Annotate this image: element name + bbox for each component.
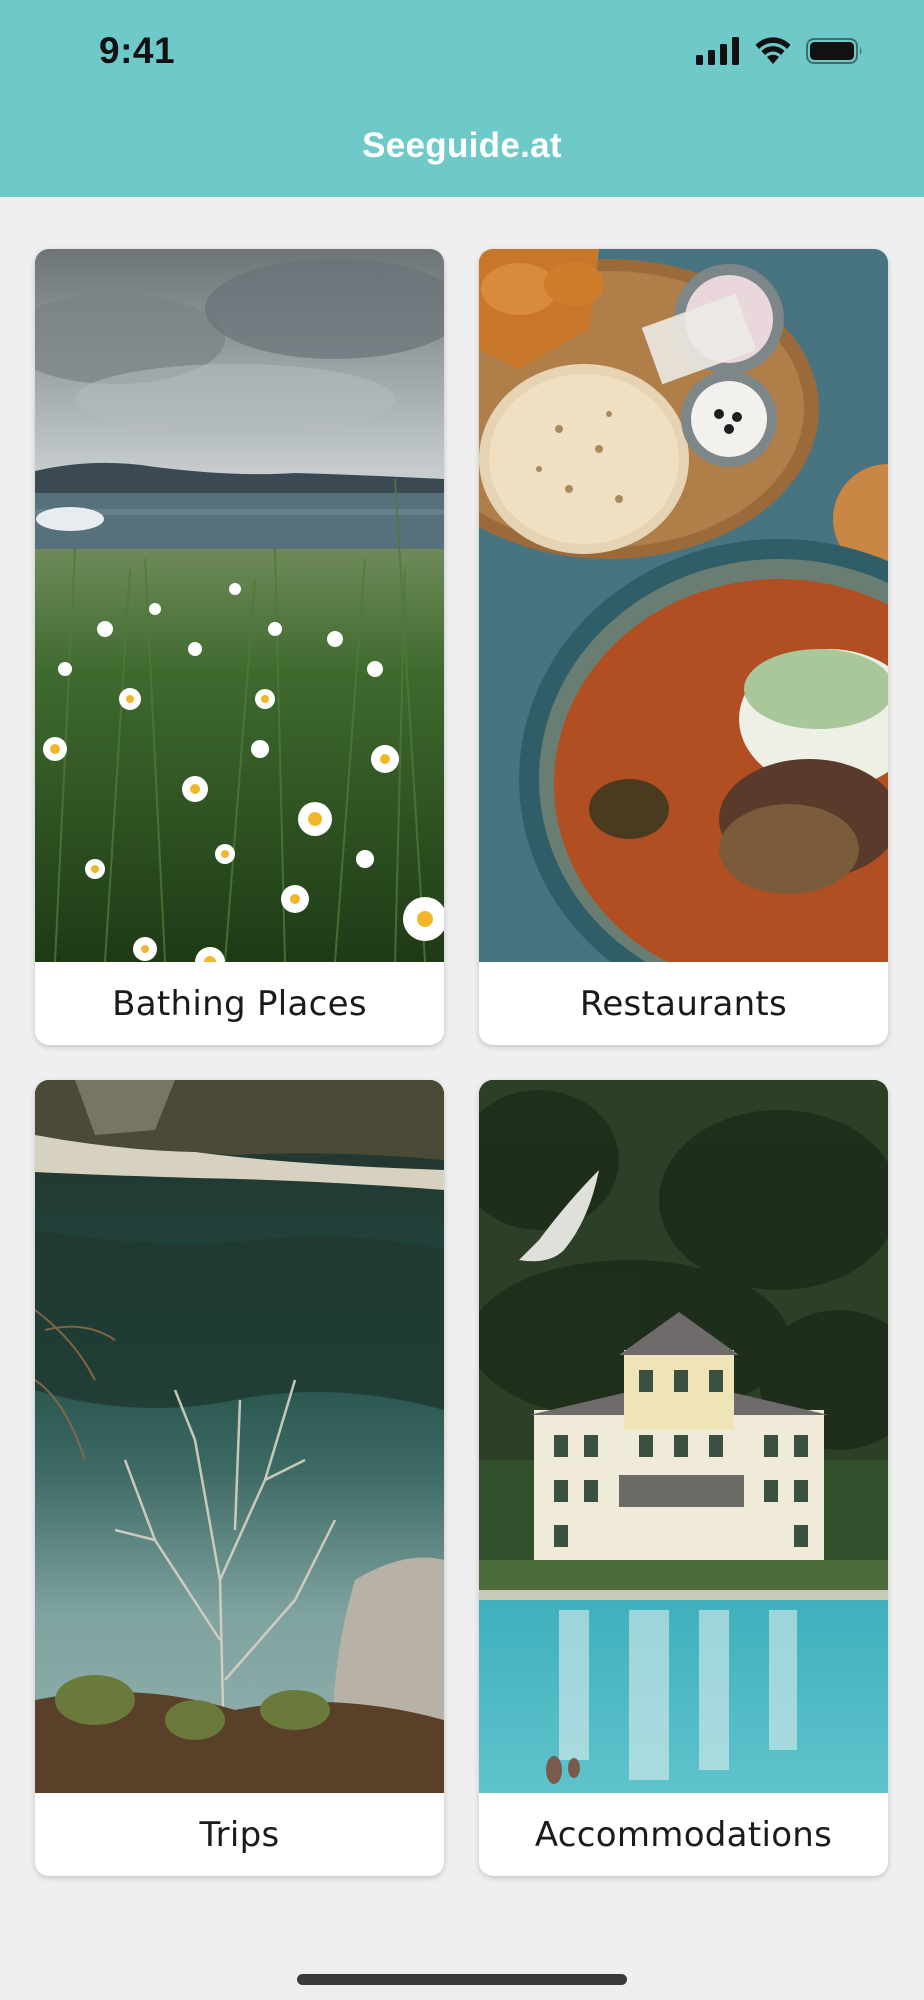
mountain-lake-reflection-photo [35, 1080, 444, 1793]
category-label: Trips [199, 1814, 280, 1855]
home-indicator[interactable] [297, 1974, 627, 1985]
category-card-restaurants[interactable]: Restaurants [479, 249, 888, 1045]
lake-meadow-daisies-photo [35, 249, 444, 962]
category-label: Accommodations [534, 1814, 833, 1855]
category-grid: Bathing Places Restaurants Trips Accommo… [0, 0, 924, 2000]
category-card-bathing-places[interactable]: Bathing Places [35, 249, 444, 1045]
lakeside-hotel-forest-photo [479, 1080, 888, 1793]
category-card-accommodations[interactable]: Accommodations [479, 1080, 888, 1876]
food-bowl-flatbread-photo [479, 249, 888, 962]
category-label: Restaurants [579, 983, 788, 1024]
category-card-trips[interactable]: Trips [35, 1080, 444, 1876]
category-label: Bathing Places [112, 983, 367, 1024]
